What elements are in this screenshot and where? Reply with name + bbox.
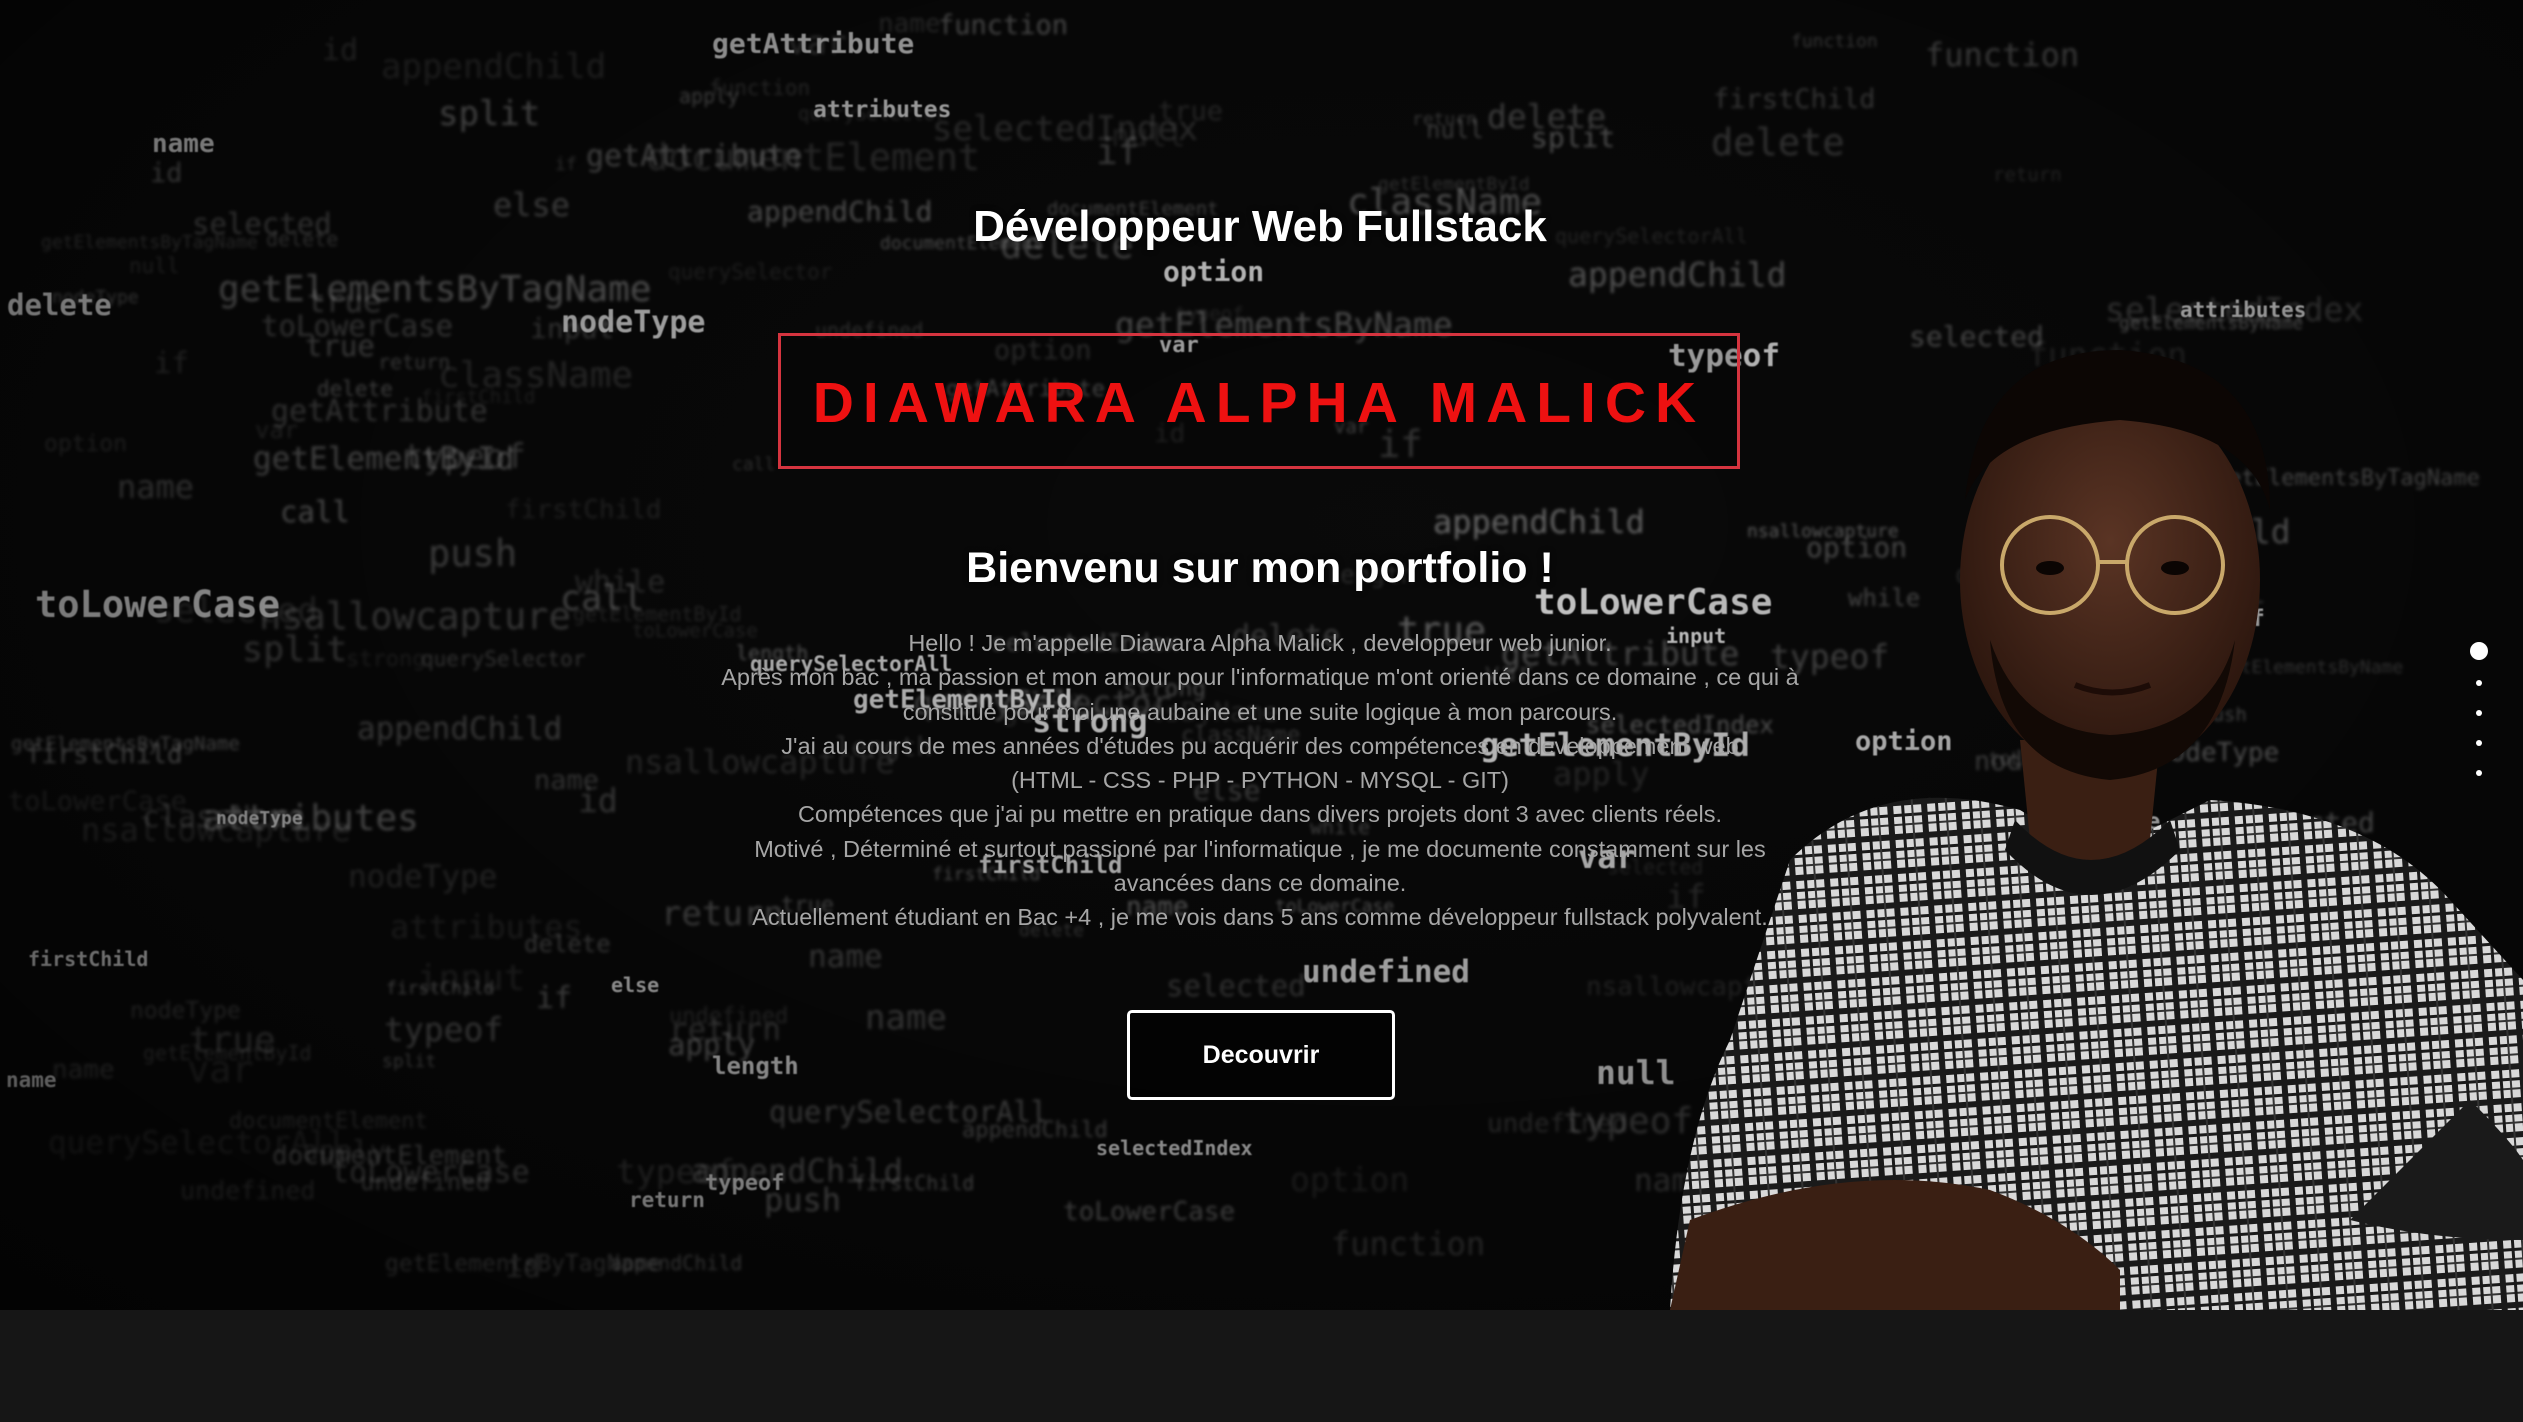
hero-section: toLowerCasetoLowerCasedeleteappendChildr… — [0, 0, 2523, 1310]
footer-band — [0, 1310, 2523, 1422]
portrait-photo — [1670, 350, 2523, 1310]
discover-button[interactable]: Decouvrir — [1127, 1010, 1395, 1100]
nav-dot-1[interactable] — [2470, 642, 2488, 660]
name-frame: DIAWARA ALPHA MALICK — [778, 333, 1740, 469]
hero-name: DIAWARA ALPHA MALICK — [812, 371, 1706, 435]
hero-subtitle: Développeur Web Fullstack — [973, 202, 1547, 251]
nav-dot-5[interactable] — [2476, 770, 2482, 776]
nav-dot-2[interactable] — [2476, 680, 2482, 686]
nav-dot-4[interactable] — [2476, 740, 2482, 746]
nav-dot-3[interactable] — [2476, 710, 2482, 716]
